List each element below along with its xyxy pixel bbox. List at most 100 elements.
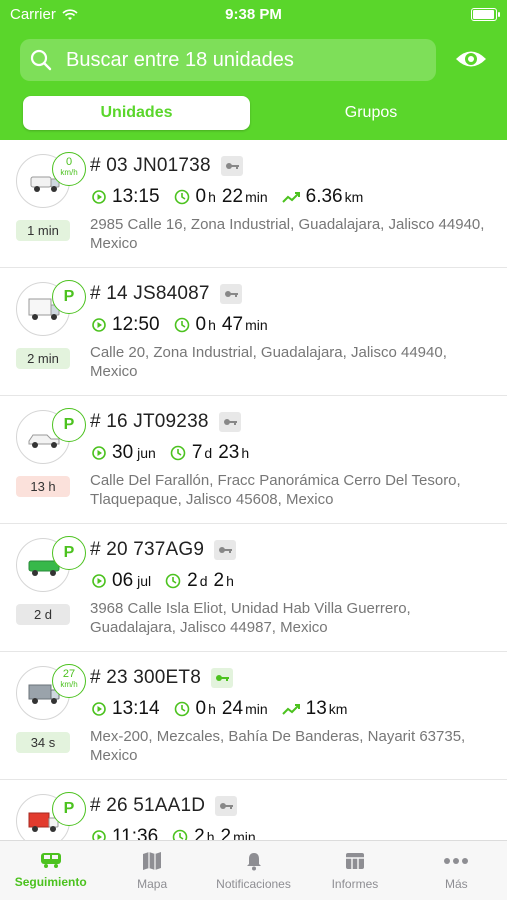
duration-days: 2 xyxy=(187,570,198,591)
unit-address: 3968 Calle Isla Eliot, Unidad Hab Villa … xyxy=(90,600,411,636)
app-screen: Carrier 9:38 PM Buscar entre 18 unidades xyxy=(0,0,507,900)
play-icon xyxy=(92,830,106,840)
tab-notificaciones[interactable]: Notificaciones xyxy=(203,841,304,900)
list-item[interactable]: P 2 min # 14 JS84087 12:50 0h 47 min Cal… xyxy=(0,268,507,396)
speed-value: 27 xyxy=(62,668,76,680)
duration-hours-unit: h xyxy=(226,573,234,589)
clock-icon xyxy=(165,573,181,589)
unit-title-text: # 26 51AA1D xyxy=(90,795,206,816)
unit-address: Calle 20, Zona Industrial, Guadalajara, … xyxy=(90,344,447,380)
duration-minutes-unit: min xyxy=(245,701,268,717)
table-icon xyxy=(345,853,364,869)
tab-label: Notificaciones xyxy=(216,877,291,891)
duration-hours-unit: h xyxy=(206,829,215,840)
unit-stats: 11:36 2h 2 min xyxy=(92,826,270,840)
list-item[interactable]: 0 km/h 1 min # 03 JN01738 13:15 0h 22 min xyxy=(0,140,507,268)
duration-minutes: 47 xyxy=(221,314,244,335)
list-item[interactable]: P 13 h # 16 JT09238 30 jun 7d 23 h Calle… xyxy=(0,396,507,524)
ignition-key-icon xyxy=(218,412,241,432)
tab-mas[interactable]: Más xyxy=(406,841,507,900)
start-month: jul xyxy=(137,573,152,589)
duration-minutes: 22 xyxy=(221,186,244,207)
duration-hours: 2 xyxy=(213,570,225,591)
speed-unit: km/h xyxy=(60,168,78,177)
unit-stats: 13:14 0h 24 min 13 km xyxy=(92,698,361,720)
bus-icon xyxy=(40,853,61,868)
duration-hours-unit: h xyxy=(208,189,216,205)
units-list: 0 km/h 1 min # 03 JN01738 13:15 0h 22 min xyxy=(0,140,507,840)
segmented-control: Unidades Grupos xyxy=(20,95,490,132)
unit-title: # 23 300ET8 xyxy=(90,667,234,689)
tab-label: Mapa xyxy=(137,877,168,891)
start-time: 11:36 xyxy=(112,826,159,840)
duration-hours: 23 xyxy=(218,442,240,463)
last-update-badge: 2 d xyxy=(16,604,70,625)
start-time: 13:15 xyxy=(112,186,160,207)
top-header: Carrier 9:38 PM Buscar entre 18 unidades xyxy=(0,0,507,140)
map-icon xyxy=(143,852,162,870)
last-update-badge: 2 min xyxy=(16,348,70,369)
bell-icon xyxy=(246,853,261,871)
more-dots-icon xyxy=(444,858,469,864)
unit-title: # 03 JN01738 xyxy=(90,155,243,177)
search-placeholder: Buscar entre 18 unidades xyxy=(66,48,294,71)
duration-hours: 0 xyxy=(195,698,207,719)
duration-days-unit: d xyxy=(199,573,208,589)
parking-letter: P xyxy=(63,800,75,817)
play-icon xyxy=(92,446,106,460)
duration-hours: 0 xyxy=(195,186,207,207)
parking-letter: P xyxy=(63,544,75,561)
ignition-key-icon xyxy=(215,796,238,816)
eye-icon[interactable] xyxy=(454,44,488,74)
parking-letter: P xyxy=(63,288,75,305)
clock-icon xyxy=(174,189,189,205)
duration-hours-unit: h xyxy=(208,701,216,717)
duration-hours: 2 xyxy=(194,826,205,840)
duration-minutes-unit: min xyxy=(245,189,268,205)
unit-stats: 12:50 0h 47 min xyxy=(92,314,282,336)
unit-title-text: # 16 JT09238 xyxy=(90,411,209,432)
duration-days: 7 xyxy=(191,442,203,463)
play-icon xyxy=(92,574,106,588)
speed-value: 0 xyxy=(65,156,73,168)
parking-badge: P xyxy=(52,536,86,570)
unit-stats: 30 jun 7d 23 h xyxy=(92,442,263,464)
start-day: 06 xyxy=(112,570,134,591)
list-item[interactable]: P 2 d # 20 737AG9 06 jul 2d 2h 3968 Call… xyxy=(0,524,507,652)
play-icon xyxy=(92,190,106,204)
unit-title: # 14 JS84087 xyxy=(90,283,242,305)
unit-title: # 16 JT09238 xyxy=(90,411,241,433)
tab-informes[interactable]: Informes xyxy=(304,841,405,900)
start-month: jun xyxy=(137,445,156,461)
tab-mapa[interactable]: Mapa xyxy=(101,841,202,900)
distance-value: 6.36 xyxy=(305,186,343,207)
unit-title-text: # 20 737AG9 xyxy=(90,539,205,560)
list-item[interactable]: P # 26 51AA1D 11:36 2h 2 min xyxy=(0,780,507,840)
status-time: 9:38 PM xyxy=(225,6,282,23)
unit-address: 2985 Calle 16, Zona Industrial, Guadalaj… xyxy=(90,216,485,252)
last-update-badge: 34 s xyxy=(16,732,70,753)
search-input[interactable]: Buscar entre 18 unidades xyxy=(20,39,436,81)
parking-badge: P xyxy=(52,408,86,442)
status-bar: Carrier 9:38 PM xyxy=(0,0,507,30)
battery-level xyxy=(473,10,494,19)
tab-grupos[interactable]: Grupos xyxy=(256,96,486,130)
search-icon xyxy=(30,49,52,71)
clock-icon xyxy=(170,445,186,461)
unit-stats: 06 jul 2d 2h xyxy=(92,570,248,592)
play-icon xyxy=(92,702,106,716)
unit-address: Calle Del Farallón, Fracc Panorámica Cer… xyxy=(90,472,461,508)
unit-stats: 13:15 0h 22 min 6.36 km xyxy=(92,186,377,208)
duration-minutes: 2 xyxy=(220,826,232,840)
list-item[interactable]: 27 km/h 34 s # 23 300ET8 13:14 0h 24min xyxy=(0,652,507,780)
start-time: 12:50 xyxy=(112,314,160,335)
battery-icon xyxy=(471,8,500,21)
ignition-key-icon xyxy=(214,540,237,560)
parking-badge: P xyxy=(52,792,86,826)
tab-unidades[interactable]: Unidades xyxy=(23,96,250,130)
unit-title: # 20 737AG9 xyxy=(90,539,237,561)
tab-seguimiento[interactable]: Seguimiento xyxy=(0,841,101,900)
tab-label: Más xyxy=(444,877,468,891)
parking-badge: P xyxy=(52,280,86,314)
start-time: 13:14 xyxy=(112,698,160,719)
